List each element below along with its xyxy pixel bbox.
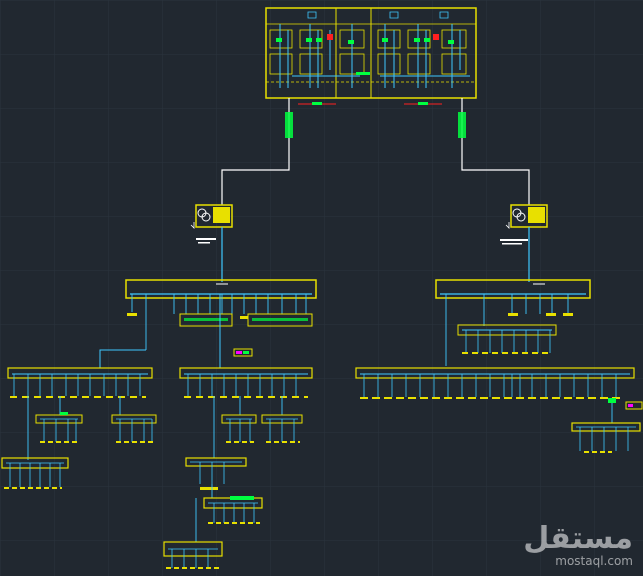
watermark-domain: mostaql.com <box>555 554 633 568</box>
watermark-logo-text: مستقل <box>523 521 633 556</box>
drawing-grid <box>0 0 643 576</box>
watermark: مستقل mostaql.com <box>523 521 633 569</box>
single-line-diagram <box>0 0 643 576</box>
